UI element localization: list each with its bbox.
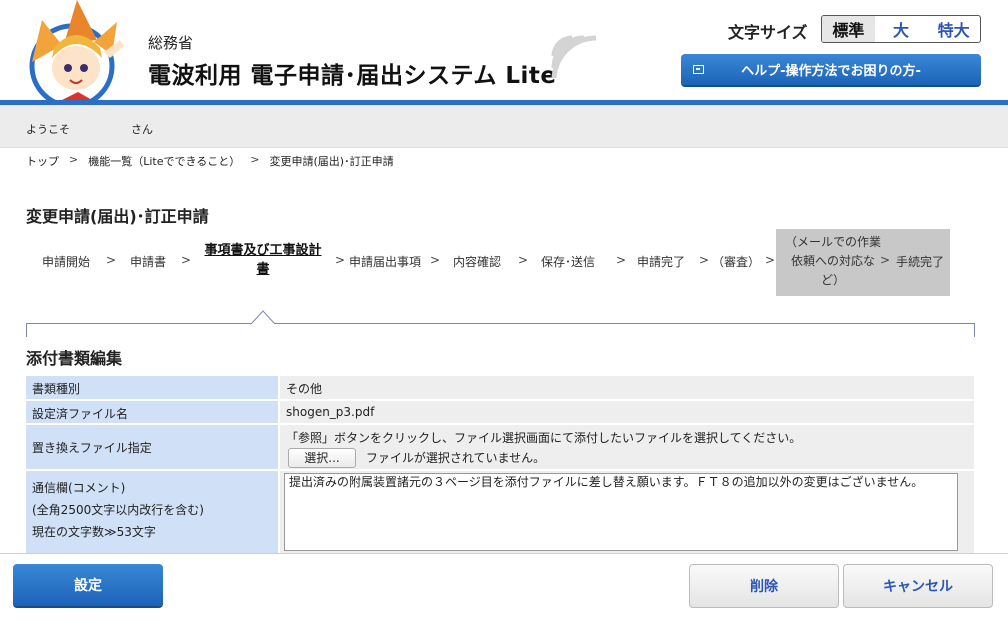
table-row: 通信欄(コメント) (全角2500文字以内改行を含む) 現在の文字数≫53文字 … xyxy=(26,471,974,555)
help-button-label: ヘルプ-操作方法でお困りの方- xyxy=(741,64,921,79)
breadcrumb-top[interactable]: トップ xyxy=(26,153,59,169)
table-row: 書類種別 その他 xyxy=(26,376,974,401)
comment-label: 通信欄(コメント) xyxy=(32,481,126,495)
replace-file-cell: 「参照」ボタンをクリックし、ファイル選択画面にて添付したいファイルを選択してくだ… xyxy=(278,425,974,469)
step-current-line2: 書 xyxy=(256,262,270,277)
attachment-form-table: 書類種別 その他 設定済ファイル名 shogen_p3.pdf 置き換えファイル… xyxy=(26,376,974,555)
step-notification-items: 申請届出事項 xyxy=(349,255,422,269)
welcome-suffix: さん xyxy=(131,123,153,136)
comment-label-cell: 通信欄(コメント) (全角2500文字以内改行を含む) 現在の文字数≫53文字 xyxy=(26,471,278,553)
step-review: （審査） xyxy=(712,255,761,269)
font-size-xlarge-button[interactable]: 特大 xyxy=(927,16,980,42)
step-confirm: 内容確認 xyxy=(453,255,502,269)
select-file-button[interactable]: 選択... xyxy=(288,448,356,468)
comment-cell: 提出済みの附属装置諸元の３ページ目を添付ファイルに差し替え願います。ＦＴ８の追加… xyxy=(278,471,974,553)
step-arrow-icon: > xyxy=(430,253,441,267)
font-size-large-button[interactable]: 大 xyxy=(875,16,928,42)
step-email-line3: ど） xyxy=(820,273,845,287)
delete-button[interactable]: 削除 xyxy=(689,564,839,608)
page-title: 変更申請(届出)･訂正申請 xyxy=(26,207,209,226)
replace-file-label: 置き換えファイル指定 xyxy=(26,425,278,469)
font-size-standard-button[interactable]: 標準 xyxy=(822,16,875,42)
table-row: 置き換えファイル指定 「参照」ボタンをクリックし、ファイル選択画面にて添付したい… xyxy=(26,425,974,471)
step-finished: 手続完了 xyxy=(896,255,945,269)
breadcrumb-separator-icon: > xyxy=(69,153,79,166)
mascot-logo-icon xyxy=(29,0,124,100)
breadcrumb-separator-icon: > xyxy=(250,153,260,166)
org-name: 総務省 xyxy=(148,34,194,52)
replace-instruction: 「参照」ボタンをクリックし、ファイル選択画面にて添付したいファイルを選択してくだ… xyxy=(286,431,802,445)
table-row: 設定済ファイル名 shogen_p3.pdf xyxy=(26,401,974,425)
step-email-line1: （メールでの作業 xyxy=(784,235,881,249)
panel-frame xyxy=(26,323,975,337)
step-arrow-icon: > xyxy=(181,253,192,267)
help-button[interactable]: ヘルプ-操作方法でお困りの方- xyxy=(681,54,981,87)
file-name-value: shogen_p3.pdf xyxy=(278,401,974,423)
no-file-text: ファイルが選択されていません。 xyxy=(365,451,546,465)
breadcrumb-current: 変更申請(届出)･訂正申請 xyxy=(269,155,394,168)
comment-limit: (全角2500文字以内改行を含む) xyxy=(32,503,204,517)
step-arrow-icon: > xyxy=(335,253,346,267)
step-email-line2: 依頼への対応な xyxy=(790,254,875,268)
step-arrow-icon: > xyxy=(616,253,627,267)
radio-wave-icon xyxy=(551,35,596,78)
welcome-bar: ようこそ さん xyxy=(0,105,1008,148)
file-name-label: 設定済ファイル名 xyxy=(26,401,278,423)
comment-count: 現在の文字数≫53文字 xyxy=(32,525,156,539)
step-pointer-icon xyxy=(251,310,275,324)
step-current-line1: 事項書及び工事設計 xyxy=(204,243,322,258)
font-size-label: 文字サイズ xyxy=(728,23,808,42)
welcome-text: ようこそ xyxy=(26,123,70,136)
step-arrow-icon: > xyxy=(765,253,776,267)
progress-steps: 申請開始 > 申請書 > 事項書及び工事設計 書 > 申請届出事項 > 内容確認… xyxy=(26,229,956,296)
step-application: 申請書 xyxy=(130,255,167,269)
step-arrow-icon: > xyxy=(699,253,710,267)
file-picker: 選択... ファイルが選択されていません。 xyxy=(286,448,968,468)
step-current-design-doc: 事項書及び工事設計 書 xyxy=(196,241,330,279)
font-size-selector: 標準 大 特大 xyxy=(821,15,981,43)
comment-textarea[interactable]: 提出済みの附属装置諸元の３ページ目を添付ファイルに差し替え願います。ＦＴ８の追加… xyxy=(284,473,958,551)
system-title: 電波利用 電子申請･届出システム Lite xyxy=(148,63,557,89)
breadcrumb: トップ > 機能一覧（Liteでできること） > 変更申請(届出)･訂正申請 xyxy=(26,153,394,169)
step-arrow-icon: > xyxy=(518,253,529,267)
cancel-button[interactable]: キャンセル xyxy=(843,564,993,608)
section-title: 添付書類編集 xyxy=(26,349,123,368)
breadcrumb-function-list[interactable]: 機能一覧（Liteでできること） xyxy=(88,153,240,169)
window-icon xyxy=(693,65,704,74)
action-bar: 設定 削除 キャンセル xyxy=(0,553,1008,628)
doc-type-value: その他 xyxy=(278,376,974,399)
step-start: 申請開始 xyxy=(42,255,91,269)
step-arrow-icon: > xyxy=(880,253,891,267)
set-button[interactable]: 設定 xyxy=(13,564,163,608)
header: 総務省 電波利用 電子申請･届出システム Lite 文字サイズ 標準 大 特大 … xyxy=(0,0,1008,100)
step-email-work: （メールでの作業 依頼への対応な ど） xyxy=(781,233,885,290)
step-arrow-icon: > xyxy=(106,253,117,267)
step-complete: 申請完了 xyxy=(637,255,686,269)
doc-type-label: 書類種別 xyxy=(26,376,278,399)
step-save-send: 保存･送信 xyxy=(541,255,596,269)
